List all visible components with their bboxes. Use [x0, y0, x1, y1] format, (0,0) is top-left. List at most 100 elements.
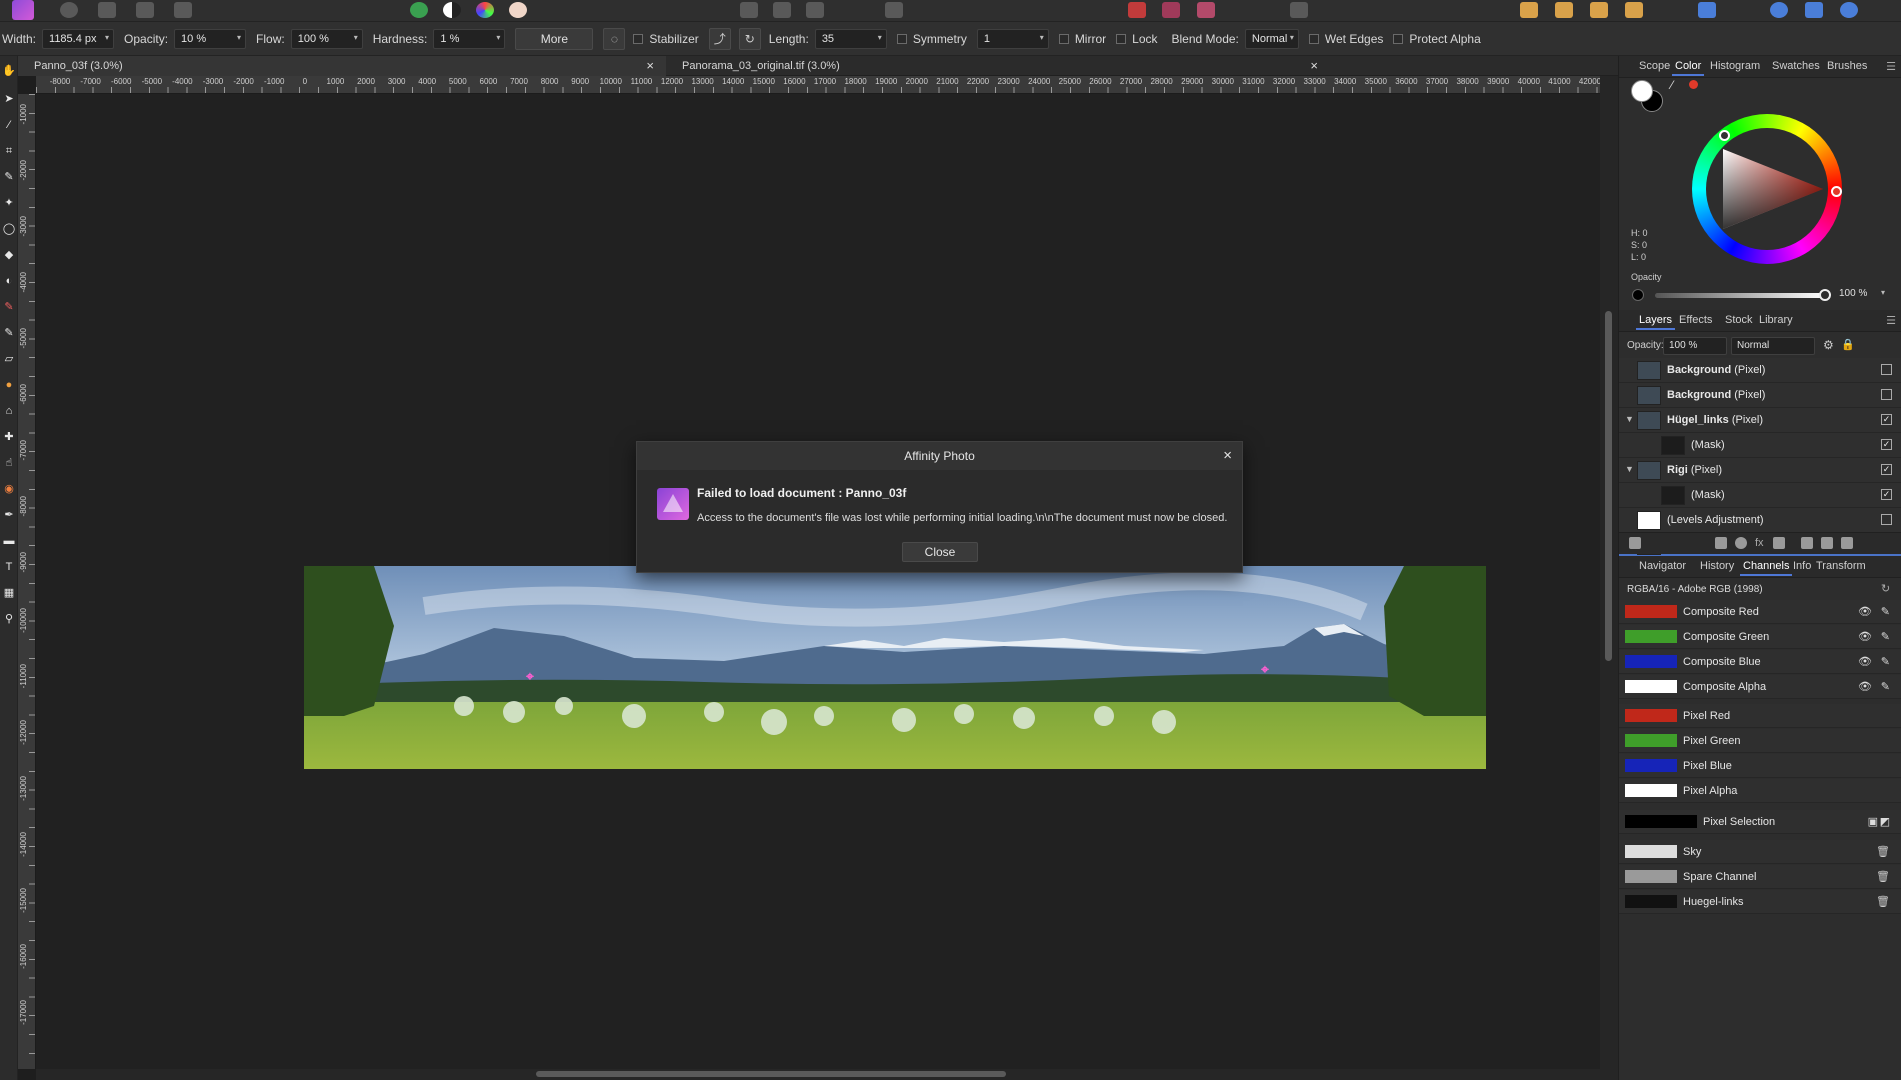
- eye-icon[interactable]: 👁: [1858, 655, 1872, 668]
- layer-visibility-checkbox[interactable]: ✓: [1881, 414, 1892, 425]
- channel-row[interactable]: Composite Green 👁 ✎: [1619, 625, 1901, 649]
- dodge-tool-icon[interactable]: ●: [2, 378, 16, 392]
- selection-subtract-icon[interactable]: [773, 2, 791, 18]
- zoom-tool-icon[interactable]: ⚲: [2, 612, 16, 626]
- tab-library[interactable]: Library: [1759, 314, 1793, 326]
- auto-white-balance-icon[interactable]: [509, 2, 527, 18]
- text-tool-icon[interactable]: T: [2, 560, 16, 574]
- hardness-field[interactable]: 1 % ▾: [433, 28, 506, 49]
- shape-tool-icon[interactable]: ▬: [2, 534, 16, 548]
- tab-histogram[interactable]: Histogram: [1710, 60, 1760, 72]
- channel-row[interactable]: Composite Blue 👁 ✎: [1619, 650, 1901, 674]
- move-tool-icon[interactable]: ➤: [2, 92, 16, 106]
- symmetry-field[interactable]: 1 ▾: [976, 28, 1049, 49]
- align-icon[interactable]: [1290, 2, 1308, 18]
- spare-channel-row[interactable]: Spare Channel 🗑: [1619, 865, 1901, 889]
- flow-field[interactable]: 100 % ▾: [290, 28, 363, 49]
- panel-menu-icon[interactable]: ☰: [1886, 314, 1896, 327]
- horizontal-scrollbar[interactable]: [36, 1069, 1600, 1080]
- trash-icon[interactable]: 🗑: [1876, 895, 1890, 908]
- pixel-tool-icon[interactable]: ✎: [2, 326, 16, 340]
- layers-stack-icon[interactable]: [1629, 537, 1641, 549]
- add-pixel-layer-icon[interactable]: [1821, 537, 1833, 549]
- edit-icon[interactable]: ✎: [1881, 680, 1890, 693]
- selection-mode-icon[interactable]: [740, 2, 758, 18]
- tab-navigator[interactable]: Navigator: [1639, 560, 1686, 572]
- wet-edges-checkbox[interactable]: [1308, 33, 1319, 44]
- lock-icon[interactable]: 🔒: [1841, 338, 1855, 351]
- symmetry-checkbox[interactable]: [896, 33, 907, 44]
- chevron-down-icon[interactable]: ▾: [1881, 288, 1885, 297]
- canvas[interactable]: ⌖ ⌖: [36, 94, 1600, 1069]
- pixel-selection-row[interactable]: Pixel Selection ▣ ◩: [1619, 810, 1901, 834]
- clone-brush-tool-icon[interactable]: ⌂: [2, 404, 16, 418]
- insert-icon[interactable]: [1698, 2, 1716, 18]
- window-mode-icon[interactable]: ↻: [738, 27, 761, 50]
- live-filter-icon[interactable]: [1773, 537, 1785, 549]
- panel-menu-icon[interactable]: ☰: [1886, 60, 1896, 73]
- share-icon[interactable]: [174, 2, 192, 18]
- layer-row[interactable]: (Mask) ✓: [1619, 483, 1901, 508]
- width-field[interactable]: 1185.4 px ▾: [42, 28, 115, 49]
- vertical-scrollbar[interactable]: [1600, 76, 1618, 1080]
- view-tool-icon[interactable]: ✋: [2, 64, 16, 78]
- mesh-warp-tool-icon[interactable]: ▦: [2, 586, 16, 600]
- scrollbar-thumb[interactable]: [536, 1071, 1006, 1077]
- layer-visibility-checkbox[interactable]: [1881, 389, 1892, 400]
- channel-row[interactable]: Composite Alpha 👁 ✎: [1619, 675, 1901, 699]
- close-button[interactable]: Close: [902, 542, 978, 562]
- opacity-slider[interactable]: [1655, 293, 1825, 298]
- opacity-value[interactable]: 100 %: [1839, 288, 1867, 299]
- channel-row[interactable]: Pixel Blue: [1619, 754, 1901, 778]
- adjustment-icon[interactable]: [1735, 537, 1747, 549]
- channel-row[interactable]: Composite Red 👁 ✎: [1619, 600, 1901, 624]
- crosshair-marker-icon[interactable]: ⌖: [523, 669, 537, 683]
- tab-layers[interactable]: Layers: [1635, 314, 1676, 330]
- brush-preview-icon[interactable]: ◌: [603, 27, 626, 50]
- eye-icon[interactable]: 👁: [1858, 680, 1872, 693]
- affinity-photo-logo-icon[interactable]: [12, 0, 34, 20]
- mask-icon[interactable]: ▣: [1868, 815, 1878, 828]
- gradient-tool-icon[interactable]: ◐: [2, 274, 16, 288]
- layer-visibility-checkbox[interactable]: [1881, 514, 1892, 525]
- color-triangle-handle[interactable]: [1719, 130, 1730, 141]
- stabilizer-checkbox[interactable]: [633, 33, 644, 44]
- auto-colors-icon[interactable]: [476, 2, 494, 18]
- layer-row[interactable]: (Mask) ✓: [1619, 433, 1901, 458]
- color-picker-tool-icon[interactable]: ⁄: [2, 118, 16, 132]
- pen-tool-icon[interactable]: ✒: [2, 508, 16, 522]
- close-icon[interactable]: ×: [646, 58, 654, 73]
- layer-row[interactable]: Background (Pixel): [1619, 383, 1901, 408]
- boolean-subtract-icon[interactable]: [1805, 2, 1823, 18]
- layer-visibility-checkbox[interactable]: ✓: [1881, 489, 1892, 500]
- lock-checkbox[interactable]: [1116, 33, 1127, 44]
- liquify-persona-icon[interactable]: [98, 2, 116, 18]
- arrange-front-icon[interactable]: [1625, 2, 1643, 18]
- layers-opacity-field[interactable]: 100 %: [1663, 337, 1727, 355]
- paint-brush-tool-icon[interactable]: ✎: [2, 300, 16, 314]
- tab-swatches[interactable]: Swatches: [1772, 60, 1820, 72]
- mirror-checkbox[interactable]: [1058, 33, 1069, 44]
- tab-transform[interactable]: Transform: [1816, 560, 1866, 572]
- opacity-field[interactable]: 10 % ▾: [174, 28, 247, 49]
- tab-panorama-original[interactable]: Panorama_03_original.tif (3.0%) ×: [666, 56, 1330, 76]
- color-picker-icon[interactable]: ⁄: [1671, 78, 1673, 92]
- layer-visibility-checkbox[interactable]: ✓: [1881, 439, 1892, 450]
- layer-row[interactable]: (Levels Adjustment): [1619, 508, 1901, 533]
- length-field[interactable]: 35 ▾: [814, 28, 887, 49]
- flood-fill-tool-icon[interactable]: ◆: [2, 248, 16, 262]
- quick-mask-icon[interactable]: [885, 2, 903, 18]
- develop-persona-icon[interactable]: [136, 2, 154, 18]
- tab-scope[interactable]: Scope: [1639, 60, 1670, 72]
- tab-color[interactable]: Color: [1671, 60, 1705, 76]
- tab-effects[interactable]: Effects: [1679, 314, 1712, 326]
- close-icon[interactable]: ×: [1223, 447, 1232, 464]
- tab-info[interactable]: Info: [1793, 560, 1811, 572]
- auto-contrast-icon[interactable]: [443, 2, 461, 18]
- tab-stock[interactable]: Stock: [1725, 314, 1753, 326]
- trash-icon[interactable]: 🗑: [1876, 845, 1890, 858]
- edit-icon[interactable]: ✎: [1881, 630, 1890, 643]
- layer-row[interactable]: Background (Pixel): [1619, 358, 1901, 383]
- spare-channel-row[interactable]: Sky 🗑: [1619, 840, 1901, 864]
- arrange-backward-icon[interactable]: [1555, 2, 1573, 18]
